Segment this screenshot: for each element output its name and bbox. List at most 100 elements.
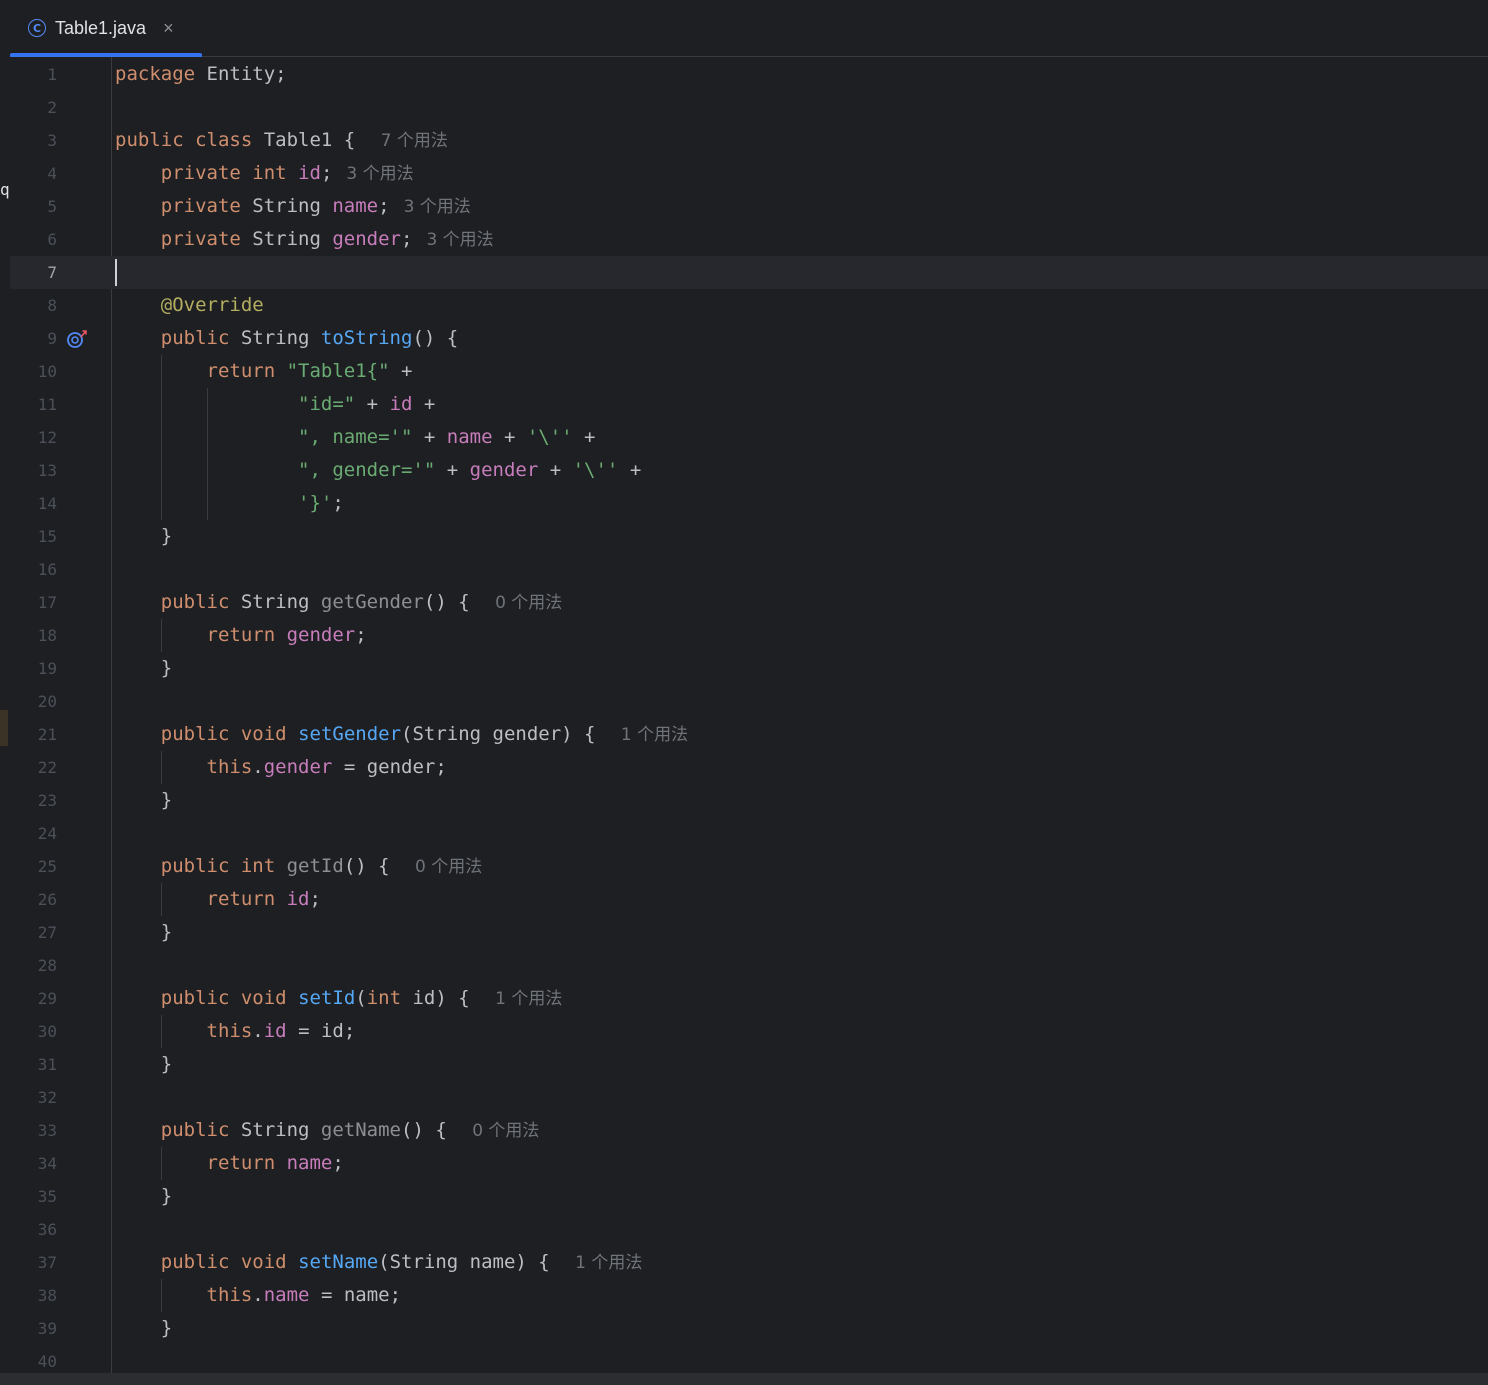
code-line[interactable]: 32 (10, 1081, 1488, 1114)
usages-inlay-hint[interactable]: 1 个用法 (575, 1253, 642, 1273)
code-line[interactable]: 28 (10, 949, 1488, 982)
usages-inlay-hint[interactable]: 0 个用法 (472, 1121, 539, 1141)
line-number: 28 (37, 956, 57, 975)
code-line[interactable]: 33 public String getName() { 0 个用法 (10, 1114, 1488, 1147)
code-line[interactable]: 15 } (10, 520, 1488, 553)
code-token: return (206, 624, 276, 646)
code-token: gender (332, 228, 401, 250)
class-c-icon: C (28, 19, 46, 37)
usages-inlay-hint[interactable]: 0 个用法 (415, 857, 482, 877)
code-line[interactable]: 29 public void setId(int id) { 1 个用法 (10, 982, 1488, 1015)
code-line[interactable]: 21 public void setGender(String gender) … (10, 718, 1488, 751)
line-number: 1 (47, 65, 57, 84)
code-token: ; (320, 162, 333, 184)
code-text: '}'; (115, 487, 344, 520)
code-token: public void (160, 723, 287, 745)
usages-inlay-hint[interactable]: 3 个用法 (404, 197, 471, 217)
line-number: 20 (37, 692, 57, 711)
code-line[interactable]: 9 public String toString() { (10, 322, 1488, 355)
code-token: this (206, 756, 253, 778)
code-line[interactable]: 26 return id; (10, 883, 1488, 916)
code-text: } (115, 652, 172, 685)
editor-tab-bar: C Table1.java × (10, 0, 1488, 57)
code-line[interactable]: 18 return gender; (10, 619, 1488, 652)
code-line[interactable]: 31 } (10, 1048, 1488, 1081)
code-line[interactable]: 14 '}'; (10, 487, 1488, 520)
line-number: 23 (37, 791, 57, 810)
close-icon[interactable]: × (163, 18, 174, 39)
override-up-icon[interactable] (66, 328, 88, 350)
line-number: 9 (47, 329, 57, 348)
usages-inlay-hint[interactable]: 3 个用法 (426, 230, 493, 250)
horizontal-scrollbar[interactable] (0, 1373, 1488, 1385)
code-line[interactable]: 22 this.gender = gender; (10, 751, 1488, 784)
code-line[interactable]: 30 this.id = id; (10, 1015, 1488, 1048)
code-line[interactable]: 3 public class Table1 { 7 个用法 (10, 124, 1488, 157)
code-line[interactable]: 10 return "Table1{" + (10, 355, 1488, 388)
line-number: 32 (37, 1088, 57, 1107)
code-token: ", gender='" (298, 459, 436, 481)
code-line[interactable]: 19 } (10, 652, 1488, 685)
line-number: 14 (37, 494, 57, 513)
code-token: () { (401, 1119, 459, 1141)
code-token: = gender; (332, 756, 447, 778)
code-token: name (263, 1284, 310, 1306)
code-line[interactable]: 27 } (10, 916, 1488, 949)
line-number: 4 (47, 164, 57, 183)
code-line[interactable]: 4 private int id; 3 个用法 (10, 157, 1488, 190)
code-token: public (160, 1119, 230, 1141)
code-line[interactable]: 37 public void setName(String name) { 1 … (10, 1246, 1488, 1279)
code-text: private int id; 3 个用法 (115, 157, 414, 191)
code-line[interactable]: 6 private String gender; 3 个用法 (10, 223, 1488, 256)
code-line[interactable]: 38 this.name = name; (10, 1279, 1488, 1312)
tab-filename: Table1.java (55, 17, 147, 38)
usages-inlay-hint[interactable]: 7 个用法 (381, 131, 448, 151)
code-line[interactable]: 25 public int getId() { 0 个用法 (10, 850, 1488, 883)
code-text: } (115, 1312, 172, 1345)
code-line[interactable]: 12 ", name='" + name + '\'' + (10, 421, 1488, 454)
code-line[interactable]: 20 (10, 685, 1488, 718)
code-token: + (618, 459, 642, 481)
code-line[interactable]: 13 ", gender='" + gender + '\'' + (10, 454, 1488, 487)
code-line[interactable]: 7 (10, 256, 1488, 289)
code-token: this (206, 1020, 253, 1042)
code-token: () { (343, 855, 402, 877)
code-token: public (160, 327, 230, 349)
indent-guide (160, 751, 162, 784)
line-number: 17 (37, 593, 57, 612)
usages-inlay-hint[interactable]: 1 个用法 (621, 725, 688, 745)
code-line[interactable]: 17 public String getGender() { 0 个用法 (10, 586, 1488, 619)
code-line[interactable]: 11 "id=" + id + (10, 388, 1488, 421)
code-line[interactable]: 35 } (10, 1180, 1488, 1213)
code-text: package Entity; (115, 58, 287, 91)
code-line[interactable]: 24 (10, 817, 1488, 850)
code-text: return "Table1{" + (115, 355, 413, 388)
code-token: gender (469, 459, 539, 481)
usages-inlay-hint[interactable]: 1 个用法 (495, 989, 562, 1009)
indent-guide (206, 388, 208, 520)
usages-inlay-hint[interactable]: 0 个用法 (495, 593, 562, 613)
code-token: } (115, 657, 173, 679)
code-line[interactable]: 39 } (10, 1312, 1488, 1345)
code-line[interactable]: 5 private String name; 3 个用法 (10, 190, 1488, 223)
code-text: public class Table1 { 7 个用法 (115, 124, 448, 158)
tab-table1-java[interactable]: C Table1.java × (10, 0, 202, 57)
code-line[interactable]: 1 package Entity; (10, 58, 1488, 91)
code-token: ( (355, 987, 367, 1009)
code-line[interactable]: 36 (10, 1213, 1488, 1246)
code-token: ", name='" (298, 426, 413, 448)
code-line[interactable]: 23 } (10, 784, 1488, 817)
code-line[interactable]: 34 return name; (10, 1147, 1488, 1180)
code-token: private (160, 228, 241, 250)
code-line[interactable]: 16 (10, 553, 1488, 586)
code-text: return name; (115, 1147, 344, 1180)
code-line[interactable]: 2 (10, 91, 1488, 124)
usages-inlay-hint[interactable]: 3 个用法 (346, 164, 413, 184)
code-editor[interactable]: 1 package Entity; 2 3 public class Table1 { … (10, 57, 1488, 1373)
code-line[interactable]: 8 @Override (10, 289, 1488, 322)
